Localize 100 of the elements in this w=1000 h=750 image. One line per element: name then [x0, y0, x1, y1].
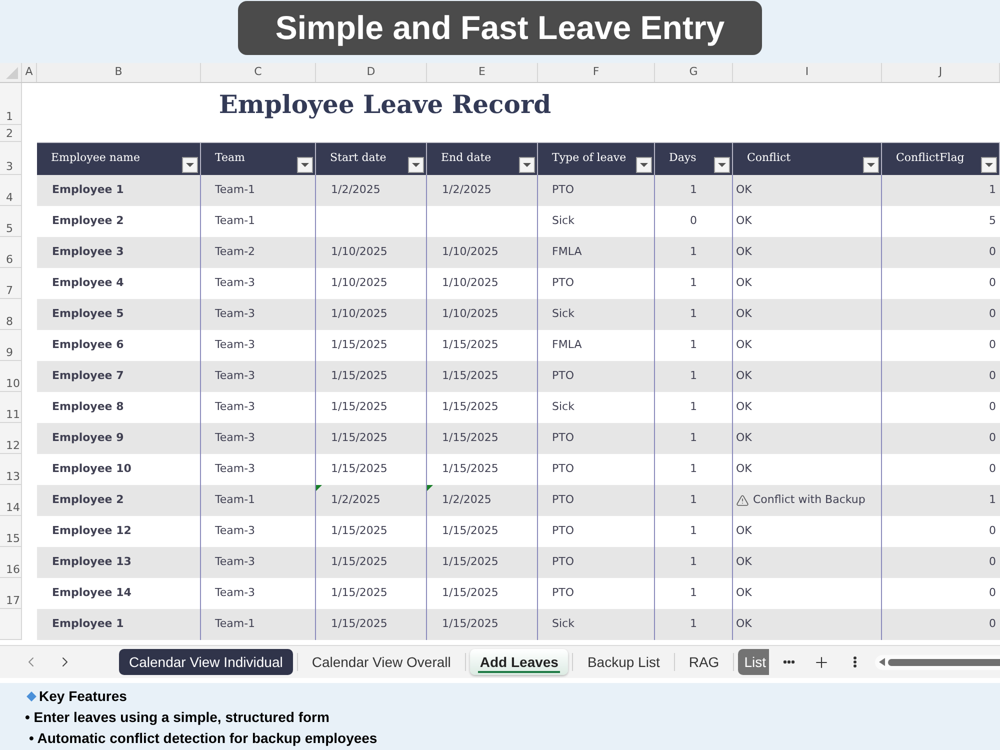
table-cell-text: PTO [552, 461, 574, 478]
table-cell-text: Sick [552, 616, 574, 632]
table-cell-text: Conflict with Backup [753, 492, 866, 508]
row-number[interactable]: 1 [0, 83, 22, 125]
table-cell-text: 1/10/2025 [442, 244, 498, 260]
table-cell-text: Team-3 [215, 523, 256, 540]
row-number[interactable]: 9 [0, 330, 22, 361]
table-cell-text: Employee 13 [52, 554, 132, 570]
more-icon [782, 660, 795, 664]
column-letter[interactable]: F [538, 63, 655, 82]
table-cell-text: Team-3 [215, 337, 256, 354]
sheet-tab[interactable]: Calendar View Individual [119, 649, 293, 675]
row-number[interactable]: 2 [0, 125, 22, 142]
table-cell-text: Employee 7 [52, 368, 124, 384]
row-number[interactable]: 13 [0, 454, 22, 485]
table-cell-text: Team-3 [215, 399, 256, 416]
filter-dropdown-button[interactable] [182, 157, 198, 173]
filter-dropdown-button[interactable] [863, 157, 879, 173]
table-cell-text: 0 [989, 554, 996, 570]
table-cell-text: 1/15/2025 [442, 461, 498, 478]
filter-dropdown-button[interactable] [519, 157, 535, 173]
caret-down-icon [985, 163, 993, 167]
table-cell-text: Employee 6 [52, 337, 124, 354]
sheet-tab[interactable]: Add Leaves [470, 649, 568, 675]
table-cell-text: PTO [552, 368, 574, 384]
column-letter[interactable]: J [882, 63, 1000, 82]
table-cell-text: 1/15/2025 [442, 523, 498, 540]
row-number[interactable]: 5 [0, 206, 22, 237]
row-number[interactable]: 17 [0, 578, 22, 609]
caret-left-icon[interactable] [878, 658, 885, 666]
column-letter[interactable]: B [37, 63, 201, 82]
caret-down-icon [523, 163, 531, 167]
table-cell-text: Sick [552, 399, 574, 416]
header-label: Days [669, 150, 696, 166]
column-letter[interactable]: E [427, 63, 538, 82]
row-number[interactable]: 8 [0, 299, 22, 330]
row-number[interactable]: 11 [0, 392, 22, 423]
header-label: ConflictFlag [896, 150, 964, 166]
row-number[interactable]: 10 [0, 361, 22, 392]
sheet-tab[interactable]: Calendar View Overall [302, 649, 461, 675]
table-cell-text: 1 [690, 368, 697, 384]
scrollbar-thumb[interactable] [888, 658, 1000, 666]
table-cell-text: OK [736, 430, 752, 446]
caret-down-icon [640, 163, 648, 167]
table-cell-text: 1 [690, 430, 697, 446]
sheet-tab[interactable]: Backup List [577, 649, 670, 675]
table-cell-text: 1/15/2025 [331, 399, 388, 416]
header-label: Conflict [747, 150, 791, 166]
table-cell-text: Team-3 [215, 430, 256, 446]
caret-down-icon [301, 163, 309, 167]
row-number[interactable]: 3 [0, 142, 22, 175]
table-cell-text: Team-1 [215, 182, 256, 198]
caret-down-icon [867, 163, 875, 167]
row-header-cell[interactable] [0, 609, 22, 640]
table-cell-text: 1/15/2025 [331, 461, 388, 478]
table-cell-text: Team-1 [215, 213, 256, 230]
table-cell-text: Employee 8 [52, 399, 124, 416]
filter-dropdown-button[interactable] [636, 157, 652, 173]
table-cell-text: 1 [690, 461, 697, 478]
row-number[interactable]: 7 [0, 268, 22, 299]
row-number[interactable]: 4 [0, 175, 22, 206]
header-label: Employee name [51, 150, 140, 166]
row-number[interactable]: 14 [0, 485, 22, 516]
horizontal-scrollbar[interactable] [874, 654, 1000, 670]
table-cell-text: 1 [690, 244, 697, 260]
table-cell-text: Team-1 [215, 616, 256, 632]
table-cell-text: Team-1 [215, 492, 256, 508]
filter-dropdown-button[interactable] [297, 157, 313, 173]
table-cell-text: 1 [690, 585, 697, 602]
sheet-tab[interactable]: RAG [678, 649, 730, 675]
table-cell-text: 0 [690, 213, 697, 230]
table-cell-text: 5 [989, 213, 996, 230]
filter-dropdown-button[interactable] [981, 157, 997, 173]
table-cell-text: 1 [690, 523, 697, 540]
column-letter[interactable]: D [316, 63, 427, 82]
caret-down-icon [718, 163, 726, 167]
row-number[interactable]: 15 [0, 516, 22, 547]
column-letter[interactable]: A [22, 63, 37, 82]
table-cell-text: 1 [690, 275, 697, 292]
sheet-tab[interactable]: List [738, 649, 769, 675]
table-cell-text: 1/10/2025 [442, 306, 498, 322]
row-number[interactable]: 6 [0, 237, 22, 268]
table-cell-text: OK [736, 213, 752, 230]
table-cell-text: FMLA [552, 337, 582, 354]
filter-dropdown-button[interactable] [714, 157, 730, 173]
column-letter[interactable]: C [201, 63, 316, 82]
table-cell-text: 1 [690, 554, 697, 570]
feature-item: • Enter leaves using a simple, structured form [24, 708, 330, 727]
table-cell-text: 0 [989, 368, 996, 384]
row-number[interactable]: 12 [0, 423, 22, 454]
table-cell-text: OK [736, 523, 752, 540]
table-cell-text: Team-2 [215, 244, 256, 260]
column-letter[interactable]: I [733, 63, 882, 82]
column-letter[interactable]: G [655, 63, 733, 82]
table-cell-text: 0 [989, 523, 996, 540]
filter-dropdown-button[interactable] [408, 157, 424, 173]
table-cell-text: 1/15/2025 [442, 337, 498, 354]
row-number[interactable]: 16 [0, 547, 22, 578]
table-cell-text: PTO [552, 182, 574, 198]
table-cell-text: 0 [989, 275, 996, 292]
